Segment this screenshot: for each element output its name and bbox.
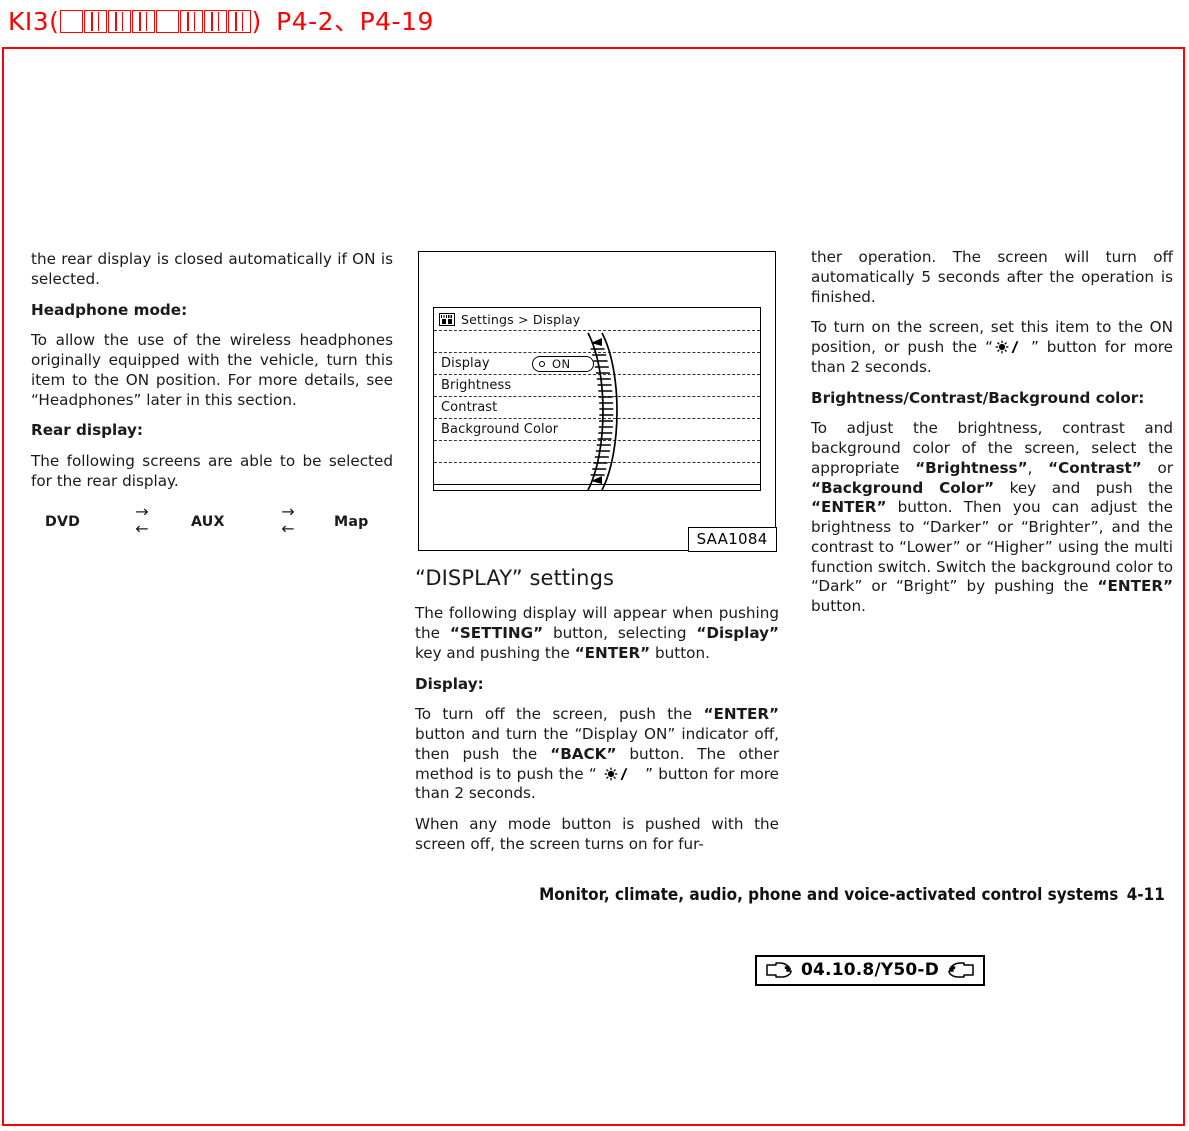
proof-header-suffix: ) — [251, 7, 262, 36]
nav-row-spacer-1 — [434, 441, 760, 463]
proof-header-pages: P4-2、P4-19 — [276, 7, 434, 36]
middle-paragraph-2: To turn off the screen, push the “ENTER”… — [415, 705, 779, 804]
arrow-reverse-icon: ← — [281, 518, 295, 538]
right-p3-d: button. — [811, 597, 866, 615]
mid-p1-setting: “SETTING” — [449, 624, 544, 643]
footer-page-number: 4-11 — [1126, 885, 1165, 904]
flow-node-dvd: DVD — [45, 513, 81, 530]
nav-row-label-display: Display — [441, 356, 490, 371]
flow-node-map: Map — [334, 513, 369, 530]
middle-text-column: “DISPLAY” settings The following display… — [415, 565, 779, 855]
left-paragraph-3: The following screens are able to be sel… — [31, 452, 393, 490]
right-paragraph-3: To adjust the brightness, contrast and b… — [811, 419, 1173, 617]
nav-row-contrast[interactable]: Contrast — [434, 397, 760, 419]
right-p3-enter2: “ENTER” — [1097, 577, 1173, 596]
datestamp-text: 04.10.8/Y50-D — [801, 960, 940, 980]
right-p3-or: or — [1141, 458, 1173, 477]
arrow-forward-icon: → — [135, 501, 149, 521]
flow-arrows-aux-map: → ← — [271, 501, 305, 538]
mid-p2-back: “BACK” — [550, 744, 617, 763]
left-paragraph-2: To allow the use of the wireless headpho… — [31, 331, 393, 410]
right-p3-contrast: “Contrast” — [1048, 458, 1142, 477]
missing-glyph-box — [155, 9, 179, 33]
proof-header-tofu-group — [59, 7, 251, 36]
right-paragraph-1: ther operation. The screen will turn off… — [811, 248, 1173, 306]
proof-header: KI3() P4-2、P4-19 — [8, 2, 434, 38]
display-on-toggle[interactable]: ON — [532, 356, 594, 372]
display-on-state: ON — [552, 357, 571, 371]
page-footer: Monitor, climate, audio, phone and voice… — [539, 885, 1165, 904]
mid-p2-a: To turn off the screen, push the — [415, 705, 704, 724]
nav-row-spacer-3 — [434, 485, 760, 490]
left-text-column: the rear display is closed automatically… — [31, 250, 393, 540]
mid-p1-d: button. — [650, 643, 710, 662]
missing-glyph-box — [227, 9, 251, 33]
hand-pointing-left-icon — [948, 962, 974, 978]
hand-pointing-right-icon — [766, 962, 792, 978]
mid-p2-enter: “ENTER” — [703, 705, 779, 724]
flow-node-aux: AUX — [191, 513, 225, 530]
rear-display-flow-diagram: DVD → ← AUX → ← Map — [31, 501, 393, 540]
missing-glyph-box — [83, 9, 107, 33]
middle-paragraph-1: The following display will appear when p… — [415, 604, 779, 663]
nav-row-background-color[interactable]: Background Color — [434, 419, 760, 441]
left-heading-rear-display: Rear display: — [31, 421, 143, 440]
proof-header-prefix: KI3( — [8, 7, 60, 36]
right-paragraph-2: To turn on the screen, set this item to … — [811, 318, 1173, 377]
missing-glyph-box — [107, 9, 131, 33]
illustration-caption: SAA1084 — [687, 526, 777, 552]
arrow-reverse-icon: ← — [135, 518, 149, 538]
mid-p1-c: key and pushing the — [415, 643, 575, 662]
missing-glyph-box — [131, 9, 155, 33]
arrow-forward-icon: → — [281, 501, 295, 521]
missing-glyph-box — [59, 9, 83, 33]
missing-glyph-box — [179, 9, 203, 33]
nav-row-brightness[interactable]: Brightness — [434, 375, 760, 397]
nav-row-label-brightness: Brightness — [441, 378, 512, 393]
left-para2-part-a: To allow the use of the wireless headpho… — [31, 331, 393, 389]
page-section-title: “DISPLAY” settings — [415, 566, 615, 590]
nav-screen-mockup: Settings > Display Display ON Brightness… — [433, 307, 761, 491]
right-p3-brightness: “Brightness” — [915, 458, 1028, 477]
nav-screen-titlebar: Settings > Display — [434, 308, 760, 331]
mid-p1-display: “Display” — [696, 624, 779, 643]
mid-p1-enter: “ENTER” — [574, 643, 651, 662]
right-text-column: ther operation. The screen will turn off… — [811, 248, 1173, 617]
right-p3-bgcolor: “Background Color” — [811, 478, 995, 497]
left-para2-part-b: later in this section. — [141, 390, 297, 409]
nav-row-spacer-top — [434, 331, 760, 353]
right-p3-enter1: “ENTER” — [811, 498, 887, 517]
nav-screen-breadcrumb: Settings > Display — [461, 311, 581, 327]
panel-icon — [439, 312, 455, 326]
left-heading-headphone-mode: Headphone mode: — [31, 300, 188, 319]
sun-moon-icon — [603, 767, 639, 781]
sun-moon-icon — [994, 340, 1030, 354]
nav-row-label-contrast: Contrast — [441, 400, 498, 415]
radio-dot-icon — [539, 361, 545, 367]
footer-chapter-title: Monitor, climate, audio, phone and voice… — [539, 885, 1119, 904]
mid-p1-b: button, selecting — [543, 624, 697, 643]
middle-paragraph-3: When any mode button is pushed with the … — [415, 815, 779, 853]
nav-row-spacer-2 — [434, 463, 760, 485]
proof-datestamp-box: 04.10.8/Y50-D — [755, 955, 986, 986]
flow-arrows-dvd-aux: → ← — [125, 501, 159, 538]
missing-glyph-box — [203, 9, 227, 33]
middle-heading-display: Display: — [415, 674, 484, 693]
display-settings-illustration: Settings > Display Display ON Brightness… — [418, 251, 777, 552]
right-heading-brightness-contrast-background: Brightness/Contrast/Background color: — [811, 388, 1145, 407]
nav-row-label-background-color: Background Color — [441, 422, 559, 437]
right-p3-b: key and push the — [994, 478, 1174, 497]
right-p3-comma: , — [1027, 458, 1049, 477]
left-paragraph-1: the rear display is closed automatically… — [31, 250, 393, 288]
nav-row-display[interactable]: Display ON — [434, 353, 760, 375]
left-para2-quote-headphones: “Headphones” — [31, 390, 142, 409]
